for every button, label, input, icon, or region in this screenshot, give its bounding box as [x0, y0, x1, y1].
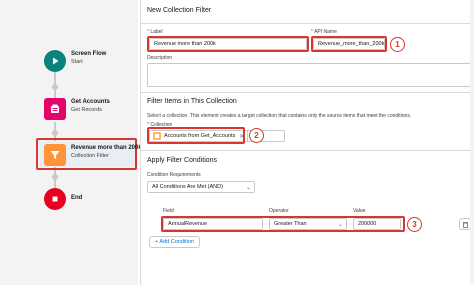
node-subtitle: Get Records — [71, 107, 102, 113]
add-condition-button[interactable]: + Add Condition — [149, 236, 200, 248]
connector-dot[interactable] — [52, 130, 58, 136]
properties-panel: New Collection Filter * Label * API Name… — [140, 0, 474, 285]
annotation-box — [161, 216, 405, 232]
trash-icon — [462, 221, 468, 228]
node-subtitle: Start — [71, 59, 83, 65]
records-icon — [44, 98, 66, 120]
flow-canvas: Screen Flow Start Get Accounts Get Recor… — [0, 0, 142, 285]
node-end[interactable]: End — [44, 188, 82, 210]
stop-icon — [44, 188, 66, 210]
conditions-section-title: Apply Filter Conditions — [147, 157, 218, 164]
annotation-badge-1: 1 — [390, 37, 405, 52]
scrollbar[interactable] — [470, 0, 474, 285]
api-text: API Name — [314, 29, 337, 35]
filter-icon — [44, 144, 66, 166]
node-get-accounts[interactable]: Get Accounts Get Records — [44, 98, 110, 120]
annotation-box — [147, 127, 245, 144]
play-icon — [44, 50, 66, 72]
filter-section-title: Filter Items in This Collection — [147, 98, 237, 105]
description-textarea[interactable] — [147, 63, 472, 87]
description-label: Description — [147, 55, 173, 61]
api-field-label: * API Name — [311, 29, 337, 35]
annotation-box — [147, 36, 309, 52]
field-label: Field — [163, 208, 174, 214]
panel-title: New Collection Filter — [141, 0, 474, 24]
operator-label: Operator — [269, 208, 289, 214]
connector-dot[interactable] — [52, 174, 58, 180]
value-label: Value — [353, 208, 366, 214]
annotation-box — [311, 36, 387, 52]
node-title: Screen Flow — [71, 51, 107, 57]
label-field-label: * Label — [147, 29, 163, 35]
node-title: Revenue more than 200k — [71, 145, 142, 151]
condition-requirements-label: Condition Requirements — [147, 172, 201, 178]
section-divider — [141, 92, 474, 93]
node-title: End — [71, 195, 83, 201]
annotation-badge-2: 2 — [249, 128, 264, 143]
annotation-badge-3: 3 — [407, 217, 422, 232]
label-text: Label — [150, 29, 163, 35]
node-revenue-filter[interactable]: Revenue more than 200k Collection Filter — [44, 144, 142, 166]
chevron-down-icon: ⌄ — [245, 185, 251, 191]
node-screen-flow[interactable]: Screen Flow Start — [44, 50, 106, 72]
connector-dot[interactable] — [52, 84, 58, 90]
filter-help-text: Select a collection. This element create… — [147, 113, 412, 119]
node-title: Get Accounts — [71, 99, 110, 105]
condition-requirements-value: All Conditions Are Met (AND) — [152, 184, 223, 190]
condition-requirements-select[interactable]: All Conditions Are Met (AND) ⌄ — [147, 181, 255, 193]
node-subtitle: Collection Filter — [71, 153, 109, 159]
section-divider — [141, 150, 474, 151]
